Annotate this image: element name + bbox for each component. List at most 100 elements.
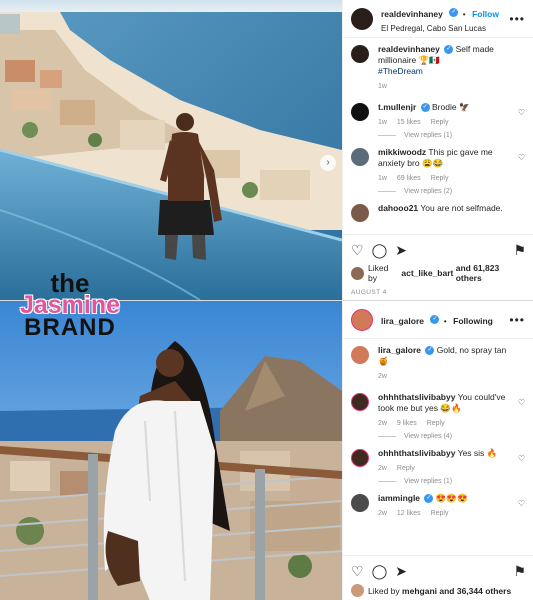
heart-icon[interactable]: ♡: [351, 241, 364, 259]
liked-by: Liked by mehgani and 36,344 others: [351, 584, 526, 597]
avatar[interactable]: [351, 204, 369, 222]
reply-button[interactable]: Reply: [397, 465, 415, 472]
comment-username[interactable]: iammingle: [378, 493, 420, 503]
follow-button[interactable]: Follow: [472, 9, 499, 19]
share-icon[interactable]: ➤: [395, 241, 407, 259]
comment-likes[interactable]: 15 likes: [397, 119, 421, 126]
post-header: lira_galore ✓ • Following •••: [343, 301, 533, 339]
more-options-icon[interactable]: •••: [509, 12, 525, 26]
comment-time: 2w: [378, 465, 387, 472]
comments-list: realdevinhaney ✓ Self made millionaire 🏆…: [343, 38, 533, 222]
like-comment-heart-icon[interactable]: ♡: [518, 398, 525, 407]
caption: lira_galore ✓ Gold, no spray tan 🍯 2w: [351, 345, 525, 382]
post-lira-galore: lira_galore ✓ • Following ••• lira_galor…: [0, 300, 533, 600]
watermark-line-3: BRAND: [24, 314, 116, 341]
post-realdevinhaney: › realdevinhaney ✓ • Follow El Pedregal,…: [0, 0, 533, 300]
avatar[interactable]: [351, 103, 369, 121]
pool-scene-image: [0, 0, 342, 300]
next-image-arrow-icon[interactable]: ›: [320, 155, 336, 171]
post-photo-pool[interactable]: ›: [0, 0, 342, 300]
liked-by-user[interactable]: act_like_bart: [401, 268, 453, 278]
list-item: mikkiwoodz This pic gave me anxiety bro …: [351, 147, 525, 184]
caption-time: 1w: [378, 83, 387, 90]
post-username[interactable]: realdevinhaney: [381, 9, 443, 19]
verified-icon: ✓: [449, 8, 459, 18]
verified-icon: ✓: [425, 346, 435, 356]
view-replies-link[interactable]: View replies (1): [378, 132, 525, 139]
comment-time: 1w: [378, 119, 387, 126]
comment-time: 1w: [378, 175, 387, 182]
verified-icon: ✓: [424, 494, 434, 504]
comment-time: 2w: [378, 510, 387, 517]
reply-button[interactable]: Reply: [431, 510, 449, 517]
view-replies-link[interactable]: View replies (2): [378, 188, 525, 195]
comment-username[interactable]: dahooo21: [378, 203, 418, 213]
liked-by-prefix: Liked by: [368, 585, 400, 596]
avatar[interactable]: [351, 45, 369, 63]
comment-time: 2w: [378, 420, 387, 427]
reply-button[interactable]: Reply: [431, 119, 449, 126]
post-location[interactable]: El Pedregal, Cabo San Lucas: [381, 24, 509, 33]
like-comment-heart-icon[interactable]: ♡: [518, 454, 525, 463]
the-jasmine-brand-watermark: the Jasmine BRAND: [10, 270, 130, 340]
verified-icon: ✓: [444, 45, 454, 55]
hashtag-link[interactable]: #TheDream: [378, 66, 423, 76]
share-icon[interactable]: ➤: [395, 562, 407, 580]
post-username[interactable]: lira_galore: [381, 316, 424, 326]
list-item: dahooo21 You are not selfmade.: [351, 203, 525, 222]
comment-likes[interactable]: 9 likes: [397, 420, 417, 427]
like-comment-heart-icon[interactable]: ♡: [518, 499, 525, 508]
post-sidebar: lira_galore ✓ • Following ••• lira_galor…: [342, 301, 533, 600]
avatar[interactable]: [351, 494, 369, 512]
liked-by-user[interactable]: mehgani: [402, 586, 437, 596]
post-photo-balcony[interactable]: [0, 301, 342, 600]
following-button[interactable]: Following: [453, 316, 493, 326]
post-footer: ♡ ◯ ➤ ⚑ Liked by mehgani and 36,344 othe…: [343, 555, 533, 600]
avatar[interactable]: [351, 308, 373, 331]
like-comment-heart-icon[interactable]: ♡: [518, 153, 525, 162]
avatar[interactable]: [351, 7, 373, 30]
heart-icon[interactable]: ♡: [351, 562, 364, 580]
view-replies-link[interactable]: View replies (1): [378, 478, 525, 485]
like-comment-heart-icon[interactable]: ♡: [518, 108, 525, 117]
caption-username[interactable]: realdevinhaney: [378, 44, 440, 54]
reply-button[interactable]: Reply: [427, 420, 445, 427]
list-item: t.mullenjr ✓ Brodie 🦅 1w 15 likes Reply …: [351, 102, 525, 128]
comment-icon[interactable]: ◯: [372, 562, 388, 580]
bookmark-icon[interactable]: ⚑: [513, 241, 526, 259]
comment-text: 😍😍😍: [435, 493, 468, 503]
avatar[interactable]: [351, 266, 364, 280]
verified-icon: ✓: [420, 103, 430, 113]
caption-username[interactable]: lira_galore: [378, 345, 421, 355]
liked-by-suffix[interactable]: and 36,344 others: [439, 586, 511, 596]
comment-text: Yes sis 🔥: [457, 448, 498, 458]
reply-button[interactable]: Reply: [431, 175, 449, 182]
comment-username[interactable]: t.mullenjr: [378, 102, 416, 112]
bookmark-icon[interactable]: ⚑: [513, 562, 526, 580]
comments-list: lira_galore ✓ Gold, no spray tan 🍯 2w oh…: [343, 339, 533, 519]
comment-text: Brodie 🦅: [432, 102, 470, 112]
liked-by-suffix[interactable]: and 61,823 others: [456, 263, 526, 283]
comment-username[interactable]: mikkiwoodz: [378, 147, 426, 157]
view-replies-link[interactable]: View replies (4): [378, 433, 525, 440]
avatar[interactable]: [351, 449, 369, 467]
avatar[interactable]: [351, 584, 364, 597]
comment-username[interactable]: ohhhthatslivibabyy: [378, 392, 455, 402]
avatar[interactable]: [351, 393, 369, 411]
verified-icon: ✓: [430, 314, 440, 324]
comment-likes[interactable]: 69 likes: [397, 175, 421, 182]
comment-icon[interactable]: ◯: [372, 241, 388, 259]
post-header: realdevinhaney ✓ • Follow El Pedregal, C…: [343, 0, 533, 38]
list-item: ohhhthatslivibabyy Yes sis 🔥 2w Reply ♡: [351, 448, 525, 474]
list-item: iammingle ✓ 😍😍😍 2w 12 likes Reply ♡: [351, 493, 525, 519]
balcony-scene-image: [0, 301, 342, 600]
post-sidebar: realdevinhaney ✓ • Follow El Pedregal, C…: [342, 0, 533, 300]
post-footer: ♡ ◯ ➤ ⚑ Liked by act_like_bart and 61,82…: [343, 234, 533, 300]
more-options-icon[interactable]: •••: [509, 313, 525, 327]
liked-by: Liked by act_like_bart and 61,823 others: [351, 263, 526, 283]
avatar[interactable]: [351, 346, 369, 364]
list-item: ohhhthatslivibabyy You could've took me …: [351, 392, 525, 429]
avatar[interactable]: [351, 148, 369, 166]
comment-likes[interactable]: 12 likes: [397, 510, 421, 517]
comment-username[interactable]: ohhhthatslivibabyy: [378, 448, 455, 458]
